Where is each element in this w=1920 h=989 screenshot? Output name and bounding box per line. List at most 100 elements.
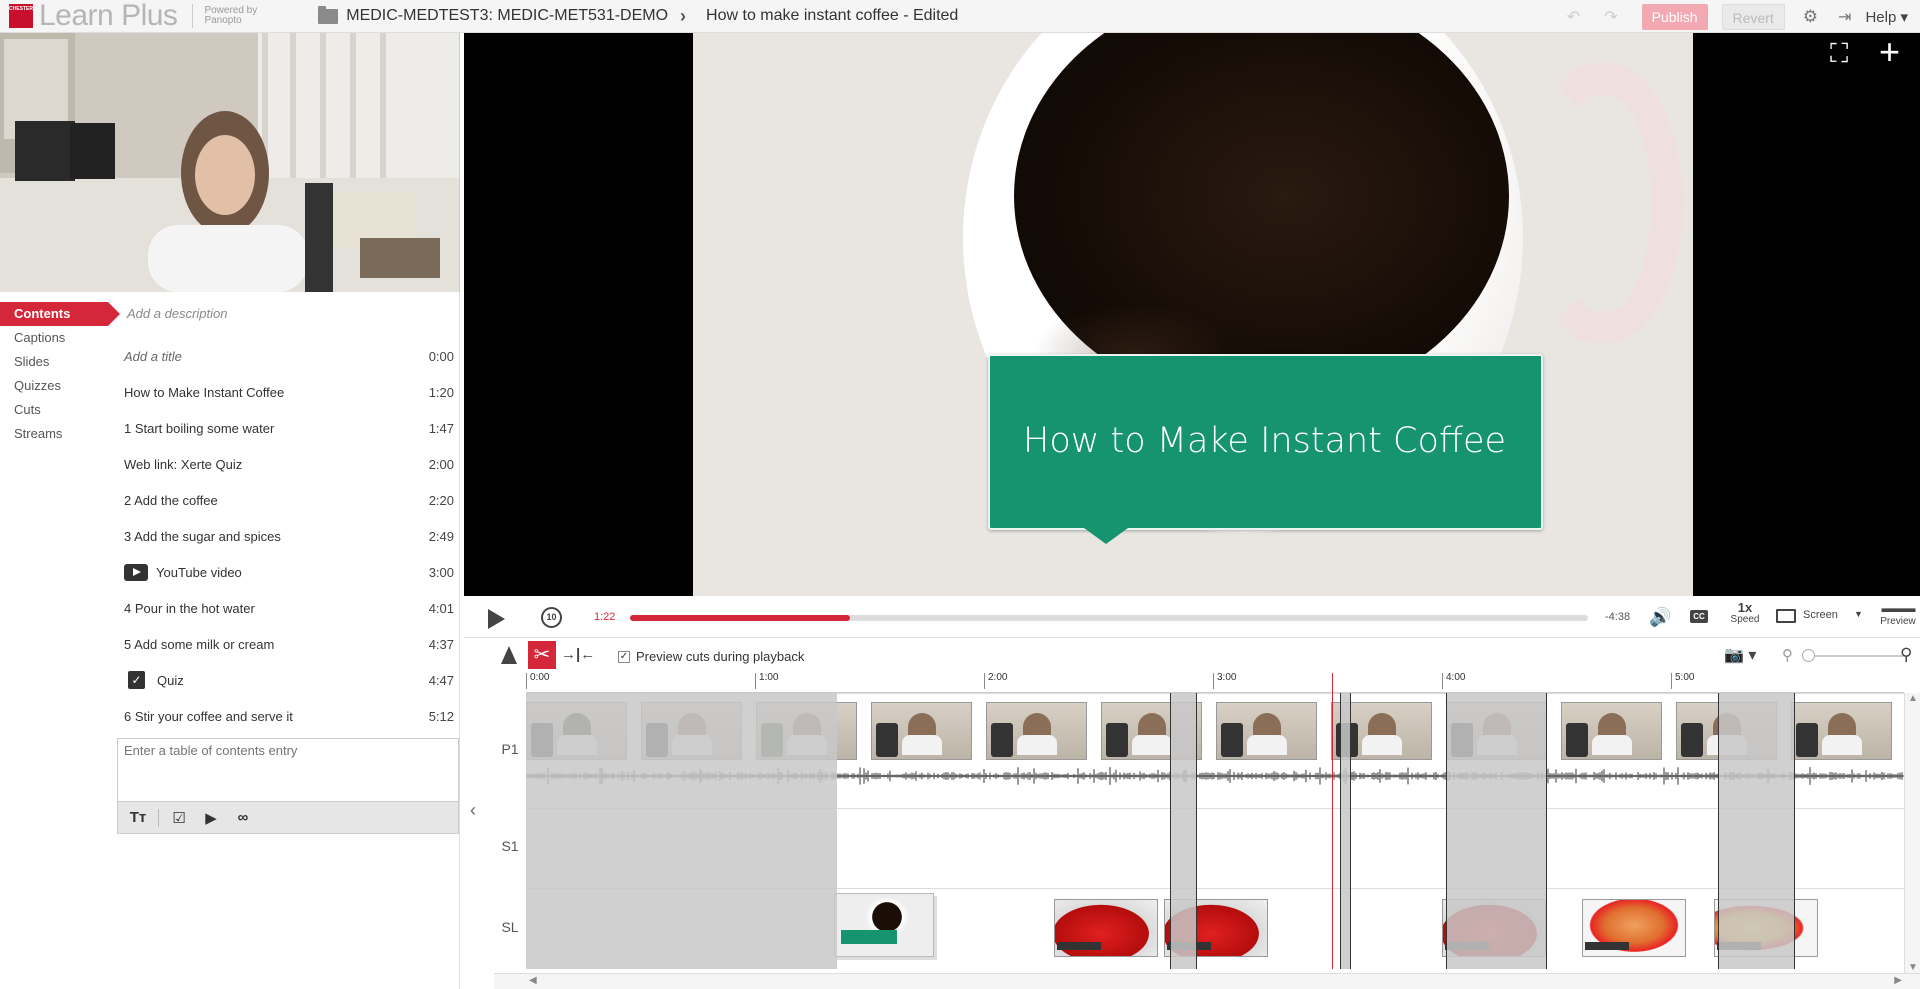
- cut-region[interactable]: [1718, 693, 1794, 969]
- slide-thumbnail[interactable]: [834, 893, 934, 957]
- main-video[interactable]: How to Make Instant Coffee ⛶ +: [464, 33, 1920, 596]
- scroll-down-icon[interactable]: ▼: [1908, 962, 1918, 973]
- player-controls: 10 1:22 -4:38 🔊 CC 1x Speed Screen ▼ ▬▬▬ …: [464, 596, 1920, 638]
- timeline-playhead[interactable]: [1332, 673, 1333, 969]
- preview-cuts-checkbox[interactable]: ✓: [618, 651, 630, 663]
- zoom-slider[interactable]: [1804, 655, 1904, 657]
- quiz-icon[interactable]: ☑: [167, 809, 191, 827]
- tab-captions[interactable]: Captions: [0, 326, 108, 350]
- top-header: CHESTER Learn Plus Powered by Panopto ME…: [0, 0, 1920, 33]
- track-label-p1: P1: [501, 741, 519, 757]
- toc-entry[interactable]: 2 Add the coffee 2:20: [124, 482, 454, 518]
- breadcrumb-folder[interactable]: MEDIC-MEDTEST3: MEDIC-MET531-DEMO: [346, 7, 668, 25]
- chevron-down-icon[interactable]: ▼: [1854, 609, 1863, 619]
- camera-icon[interactable]: 📷 ▾: [1724, 645, 1756, 665]
- preview-toggle[interactable]: ▬▬▬ Preview: [1878, 602, 1918, 628]
- cut-tool-icon[interactable]: ✂: [528, 641, 556, 669]
- zoom-in-icon[interactable]: ⚲: [1900, 645, 1912, 665]
- speed-control[interactable]: 1x Speed: [1730, 601, 1760, 626]
- tab-contents[interactable]: Contents: [0, 302, 120, 326]
- timeline: 0:00 1:00 2:00 3:00 4:00 5:00 P1 S1 SL: [494, 673, 1920, 989]
- powered-by: Powered by Panopto: [204, 5, 258, 26]
- tab-quizzes[interactable]: Quizzes: [0, 374, 108, 398]
- slide-thumbnail[interactable]: [1582, 899, 1686, 957]
- timeline-vertical-scrollbar[interactable]: ▲ ▼: [1904, 693, 1920, 973]
- publish-button[interactable]: Publish: [1641, 3, 1708, 30]
- cut-boundary[interactable]: [1170, 693, 1171, 969]
- collapse-panel-icon[interactable]: ‹: [470, 800, 476, 821]
- header-actions: ↶ ↷ Publish Revert ⚙ ⇥ Help ▾: [1567, 0, 1920, 33]
- scroll-right-icon[interactable]: ▶: [1894, 975, 1902, 986]
- toc-entry[interactable]: 4 Pour in the hot water 4:01: [124, 590, 454, 626]
- youtube-icon: [124, 563, 148, 581]
- fullscreen-icon[interactable]: ⛶: [1830, 38, 1848, 70]
- scroll-left-icon[interactable]: ◀: [529, 975, 537, 986]
- pointer-tool-icon[interactable]: [501, 646, 517, 664]
- play-icon[interactable]: [488, 609, 505, 629]
- ruler-tick: 5:00: [1671, 673, 1694, 689]
- cut-boundary[interactable]: [1196, 693, 1197, 969]
- cut-region[interactable]: [1340, 693, 1350, 969]
- rewind-10-icon[interactable]: 10: [541, 607, 562, 628]
- screen-icon[interactable]: [1776, 609, 1796, 623]
- tab-slides[interactable]: Slides: [0, 350, 108, 374]
- help-menu[interactable]: Help ▾: [1865, 8, 1908, 26]
- toc-entry[interactable]: 1 Start boiling some water 1:47: [124, 410, 454, 446]
- cut-region[interactable]: [526, 693, 837, 969]
- timeline-horizontal-scrollbar[interactable]: ◀ ▶: [494, 973, 1920, 989]
- scroll-up-icon[interactable]: ▲: [1908, 693, 1918, 704]
- cut-boundary[interactable]: [1350, 693, 1351, 969]
- zoom-out-icon[interactable]: ⚲: [1782, 646, 1793, 664]
- cut-boundary[interactable]: [1546, 693, 1547, 969]
- preview-icon: ▬▬▬: [1881, 601, 1916, 615]
- youtube-icon[interactable]: ▶: [199, 809, 223, 827]
- toc-entry[interactable]: ✓ Quiz 4:47: [124, 662, 454, 698]
- split-tool-icon[interactable]: →|←: [561, 646, 595, 663]
- cut-region[interactable]: [1170, 693, 1196, 969]
- toc-entry[interactable]: Add a title 0:00: [124, 338, 454, 374]
- ruler-tick: 1:00: [755, 673, 778, 689]
- cut-boundary[interactable]: [1340, 693, 1341, 969]
- edit-toolbar: ✂ →|← ✓ Preview cuts during playback 📷 ▾…: [464, 639, 1920, 673]
- link-icon[interactable]: ∞: [231, 809, 255, 826]
- toc-entry[interactable]: How to Make Instant Coffee 1:20: [124, 374, 454, 410]
- toc-entry-toolbar: Tт ☑ ▶ ∞: [118, 801, 458, 833]
- revert-button[interactable]: Revert: [1721, 3, 1785, 30]
- ruler-tick: 0:00: [526, 673, 549, 689]
- volume-icon[interactable]: 🔊: [1649, 607, 1671, 628]
- toc-entry[interactable]: 3 Add the sugar and spices 2:49: [124, 518, 454, 554]
- exit-icon[interactable]: ⇥: [1838, 7, 1851, 27]
- cut-boundary[interactable]: [1718, 693, 1719, 969]
- cut-boundary[interactable]: [1446, 693, 1447, 969]
- breadcrumb-chevron-icon: ›: [680, 5, 687, 26]
- captions-icon[interactable]: CC: [1690, 610, 1708, 623]
- video-frame: How to Make Instant Coffee: [693, 33, 1693, 596]
- remaining-time: -4:38: [1605, 611, 1631, 623]
- slide-thumbnail[interactable]: [1054, 899, 1158, 957]
- toc-entry-editor: Tт ☑ ▶ ∞: [117, 738, 459, 834]
- toc-entry[interactable]: 5 Add some milk or cream 4:37: [124, 626, 454, 662]
- text-format-icon[interactable]: Tт: [126, 809, 150, 826]
- zoom-slider-handle[interactable]: [1802, 649, 1815, 662]
- video-thumbnail: [871, 702, 972, 760]
- add-icon[interactable]: +: [1879, 33, 1900, 73]
- redo-icon[interactable]: ↷: [1604, 7, 1617, 27]
- cup-handle-image: [1533, 63, 1683, 343]
- progress-bar[interactable]: [630, 615, 1588, 621]
- cut-region[interactable]: [1446, 693, 1546, 969]
- toc-entry-input[interactable]: [118, 739, 458, 799]
- gear-icon[interactable]: ⚙: [1803, 7, 1818, 27]
- cut-boundary[interactable]: [1794, 693, 1795, 969]
- stream-selector[interactable]: Screen: [1803, 609, 1838, 621]
- undo-icon[interactable]: ↶: [1567, 7, 1580, 27]
- toc-entry[interactable]: Web link: Xerte Quiz 2:00: [124, 446, 454, 482]
- webcam-video[interactable]: [0, 33, 460, 292]
- toc-entry[interactable]: 6 Stir your coffee and serve it 5:12: [124, 698, 454, 734]
- description-field[interactable]: Add a description: [127, 306, 227, 321]
- tab-streams[interactable]: Streams: [0, 422, 108, 446]
- left-panel: Contents Captions Slides Quizzes Cuts St…: [0, 292, 460, 989]
- toc-entry[interactable]: YouTube video 3:00: [124, 554, 454, 590]
- slide-callout: How to Make Instant Coffee: [988, 354, 1543, 544]
- tab-cuts[interactable]: Cuts: [0, 398, 108, 422]
- time-ruler[interactable]: 0:00 1:00 2:00 3:00 4:00 5:00: [526, 673, 1904, 693]
